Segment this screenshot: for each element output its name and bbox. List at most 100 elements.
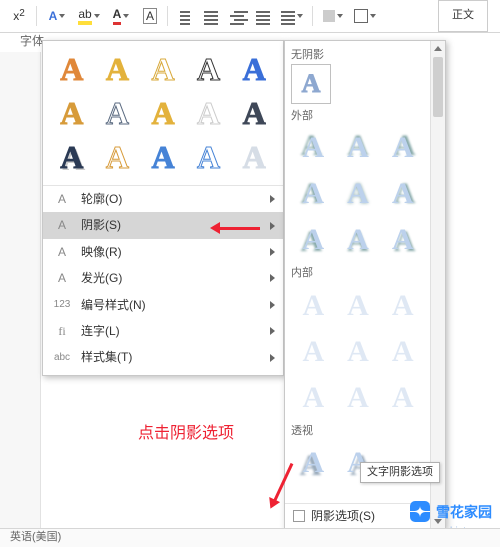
submenu-arrow-icon bbox=[270, 248, 275, 256]
ribbon: x2 A ab A A 正文 bbox=[0, 0, 500, 33]
effect-preset[interactable]: A bbox=[231, 47, 277, 91]
menu-label: 连字(L) bbox=[81, 324, 120, 338]
menu-label: 样式集(T) bbox=[81, 350, 132, 364]
effect-preset[interactable]: A bbox=[95, 135, 141, 179]
submenu-arrow-icon bbox=[270, 327, 275, 335]
shadow-preset[interactable]: A bbox=[380, 125, 425, 171]
shadow-preset[interactable]: A bbox=[291, 125, 336, 171]
effect-preset[interactable]: A bbox=[231, 135, 277, 179]
menu-number-style[interactable]: 123 编号样式(N) bbox=[43, 292, 283, 318]
section-header-outer: 外部 bbox=[291, 110, 425, 123]
separator bbox=[312, 6, 313, 26]
shadow-preset[interactable]: A bbox=[291, 171, 336, 217]
status-language: 英语(美国) bbox=[10, 531, 61, 544]
chevron-down-icon bbox=[94, 14, 100, 18]
shadow-preset[interactable]: A bbox=[336, 217, 381, 263]
shadow-preset[interactable]: A bbox=[291, 329, 336, 375]
ribbon-group-label: 字体 bbox=[20, 34, 44, 48]
style-preview-label: 正文 bbox=[452, 9, 474, 22]
effect-preset[interactable]: A bbox=[186, 47, 232, 91]
abc-icon: abc bbox=[53, 352, 71, 364]
annotation-arrow-icon bbox=[210, 222, 260, 234]
style-preview[interactable]: 正文 bbox=[438, 0, 488, 32]
shadow-preset[interactable]: A bbox=[291, 440, 336, 486]
watermark-name: 雪花家园 bbox=[436, 504, 492, 521]
chevron-down-icon bbox=[370, 14, 376, 18]
shadow-none-option[interactable]: A bbox=[291, 64, 331, 104]
shadow-preset[interactable]: A bbox=[380, 375, 425, 421]
superscript-button[interactable]: x2 bbox=[8, 5, 30, 27]
submenu-arrow-icon bbox=[270, 222, 275, 230]
effect-preset[interactable]: A bbox=[95, 91, 141, 135]
effect-preset[interactable]: A bbox=[49, 91, 95, 135]
menu-reflection[interactable]: A映像(R) bbox=[43, 239, 283, 265]
shadow-preset[interactable]: A bbox=[336, 125, 381, 171]
text-effects-button[interactable]: A bbox=[43, 5, 71, 27]
menu-label: 编号样式(N) bbox=[81, 298, 146, 312]
effect-preset[interactable]: A bbox=[95, 47, 141, 91]
effect-preset[interactable]: A bbox=[231, 91, 277, 135]
effect-preset[interactable]: A bbox=[140, 47, 186, 91]
section-header-none: 无阴影 bbox=[291, 49, 425, 62]
line-spacing-button[interactable] bbox=[278, 5, 306, 27]
shadow-preset[interactable]: A bbox=[291, 375, 336, 421]
text-effects-gallery: A A A A A A A A A A A A A A A A轮廓(O) A阴影… bbox=[42, 40, 284, 376]
document-area bbox=[0, 52, 41, 529]
effect-preset[interactable]: A bbox=[140, 91, 186, 135]
menu-label: 阴影(S) bbox=[81, 218, 121, 232]
separator bbox=[36, 6, 37, 26]
shadow-outer-grid: A A A A A A A A A bbox=[291, 125, 425, 263]
align-center-button[interactable] bbox=[200, 5, 222, 27]
menu-label: 映像(R) bbox=[81, 245, 122, 259]
shadow-preset[interactable]: A bbox=[380, 329, 425, 375]
scroll-up-button[interactable] bbox=[431, 41, 445, 55]
shading-button[interactable] bbox=[319, 5, 347, 27]
menu-label: 轮廓(O) bbox=[81, 192, 122, 206]
shadow-preset[interactable]: A bbox=[291, 283, 336, 329]
shadow-preset[interactable]: A bbox=[380, 283, 425, 329]
shadow-preset[interactable]: A bbox=[336, 171, 381, 217]
char-border-button[interactable]: A bbox=[139, 5, 161, 27]
highlight-button[interactable]: ab bbox=[75, 5, 103, 27]
font-color-button[interactable]: A bbox=[107, 5, 135, 27]
watermark: 雪花家园 bbox=[410, 501, 492, 523]
align-left-button[interactable] bbox=[174, 5, 196, 27]
menu-ligatures[interactable]: fi 连字(L) bbox=[43, 318, 283, 344]
shadow-preset[interactable]: A bbox=[336, 283, 381, 329]
letter-a-icon: A bbox=[53, 218, 71, 232]
effect-preset[interactable]: A bbox=[186, 91, 232, 135]
effect-menu: A轮廓(O) A 阴影(S) A映像(R) A 发光(G) 123 编号样式(N) f… bbox=[43, 185, 283, 371]
submenu-arrow-icon bbox=[270, 195, 275, 203]
number-icon: 123 bbox=[53, 299, 71, 311]
borders-button[interactable] bbox=[351, 5, 379, 27]
section-header-perspective: 透视 bbox=[291, 425, 425, 438]
letter-a-icon: A bbox=[53, 271, 71, 285]
effect-preset[interactable]: A bbox=[186, 135, 232, 179]
justify-button[interactable] bbox=[252, 5, 274, 27]
shadow-options-label: 阴影选项(S) bbox=[311, 509, 375, 523]
align-right-button[interactable] bbox=[226, 5, 248, 27]
ligature-icon: fi bbox=[53, 324, 71, 338]
tooltip: 文字阴影选项 bbox=[360, 462, 440, 483]
shadow-preset[interactable]: A bbox=[336, 329, 381, 375]
effect-preset[interactable]: A bbox=[49, 135, 95, 179]
shadow-preset[interactable]: A bbox=[380, 171, 425, 217]
watermark-logo-icon bbox=[410, 501, 432, 523]
submenu-scrollbar[interactable] bbox=[430, 41, 445, 528]
menu-glow[interactable]: A 发光(G) bbox=[43, 265, 283, 291]
chevron-down-icon bbox=[123, 14, 129, 18]
shadow-preset[interactable]: A bbox=[380, 217, 425, 263]
menu-stylesets[interactable]: abc 样式集(T) bbox=[43, 344, 283, 370]
shadow-submenu: 无阴影 A 外部 A A A A A A A A A 内部 A A A A A … bbox=[284, 40, 446, 529]
submenu-arrow-icon bbox=[270, 301, 275, 309]
menu-outline[interactable]: A轮廓(O) bbox=[43, 186, 283, 212]
shadow-inner-grid: A A A A A A A A A bbox=[291, 283, 425, 421]
chevron-down-icon bbox=[337, 14, 343, 18]
effect-preset[interactable]: A bbox=[49, 47, 95, 91]
scroll-thumb[interactable] bbox=[433, 57, 443, 117]
shadow-preset[interactable]: A bbox=[336, 375, 381, 421]
effect-preset[interactable]: A bbox=[140, 135, 186, 179]
shadow-preset[interactable]: A bbox=[291, 217, 336, 263]
menu-label: 发光(G) bbox=[81, 271, 122, 285]
options-icon bbox=[293, 510, 305, 522]
